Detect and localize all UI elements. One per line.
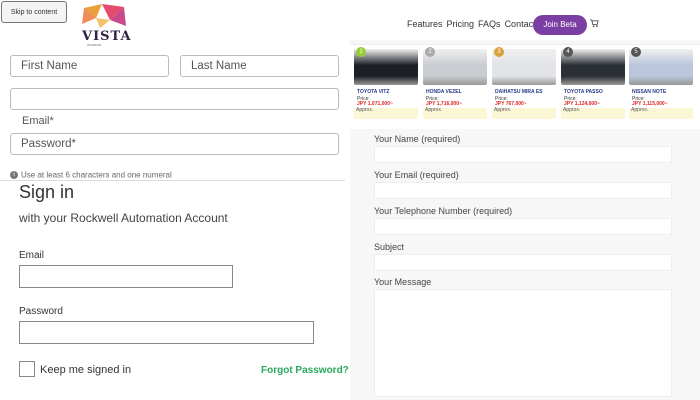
signin-email-input[interactable] (19, 265, 233, 288)
car-card[interactable]: 5 NISSAN NOTE Price: JPY 1,115,000~ Appr… (629, 45, 693, 127)
car-card[interactable]: 3 DAIHATSU MIRA ES Price: JPY 767,000~ A… (492, 45, 556, 127)
rank-badge: 2 (425, 47, 435, 57)
top-nav: Features Pricing FAQs Contact (407, 19, 540, 29)
rank-badge: 1 (356, 47, 366, 57)
logo-text: VISTA (82, 29, 132, 44)
keep-signed-in-checkbox[interactable] (19, 361, 35, 377)
email-input-register[interactable] (10, 88, 339, 110)
car-card[interactable]: 4 TOYOTA PASSO Price: JPY 1,124,000~ App… (561, 45, 625, 127)
car-name[interactable]: DAIHATSU MIRA ES (495, 89, 543, 95)
approx-price: Approx. (629, 108, 693, 119)
car-name[interactable]: TOYOTA VITZ (357, 89, 389, 95)
signin-password-input[interactable] (19, 321, 314, 344)
password-hint: i Use at least 6 characters and one numer… (10, 170, 172, 179)
nav-faqs[interactable]: FAQs (478, 19, 501, 29)
approx-price: Approx. (423, 108, 487, 119)
join-beta-button[interactable]: Join Beta (533, 15, 587, 35)
car-ranking-strip: 1 TOYOTA VITZ Price: JPY 1,071,000~ Appr… (350, 44, 700, 129)
signin-subtitle: with your Rockwell Automation Account (19, 211, 228, 225)
subject-label: Subject (374, 242, 405, 252)
approx-price: Approx. (561, 108, 625, 119)
subject-input[interactable] (374, 254, 672, 271)
car-card[interactable]: 2 HONDA VEZEL Price: JPY 1,716,000~ Appr… (423, 45, 487, 127)
message-textarea[interactable] (374, 289, 672, 397)
car-name[interactable]: HONDA VEZEL (426, 89, 462, 95)
name-input[interactable] (374, 146, 672, 163)
forgot-password-link[interactable]: Forgot Password? (261, 365, 349, 376)
signin-email-label: Email (19, 250, 45, 261)
section-divider (0, 180, 345, 181)
signin-password-label: Password (19, 306, 63, 317)
keep-signed-in-label[interactable]: Keep me signed in (40, 364, 131, 376)
rank-badge: 3 (494, 47, 504, 57)
car-name[interactable]: NISSAN NOTE (632, 89, 666, 95)
password-input-register[interactable]: Password* (10, 133, 339, 155)
rank-badge: 5 (631, 47, 641, 57)
cart-icon[interactable] (590, 19, 599, 30)
nav-contact[interactable]: Contact (505, 19, 536, 29)
logo-subtext: INTERIOR (87, 43, 102, 47)
nav-pricing[interactable]: Pricing (447, 19, 475, 29)
cart-glyph-icon (590, 19, 599, 28)
info-icon: i (10, 170, 18, 179)
first-name-input[interactable]: First Name (10, 55, 169, 77)
logo-mark-icon (82, 4, 126, 28)
car-card[interactable]: 1 TOYOTA VITZ Price: JPY 1,071,000~ Appr… (354, 45, 418, 127)
signin-title: Sign in (19, 182, 75, 202)
vista-logo[interactable]: VISTA INTERIOR (80, 4, 131, 48)
approx-price: Approx. (354, 108, 418, 119)
email-label-register: Email* (22, 115, 54, 127)
car-name[interactable]: TOYOTA PASSO (564, 89, 603, 95)
name-label: Your Name (required) (374, 134, 461, 144)
phone-input[interactable] (374, 218, 672, 235)
password-hint-text: Use at least 6 characters and one numera… (21, 170, 172, 180)
rank-badge: 4 (563, 47, 573, 57)
contact-email-input[interactable] (374, 182, 672, 199)
phone-label: Your Telephone Number (required) (374, 206, 513, 216)
email-label: Your Email (required) (374, 170, 459, 180)
approx-price: Approx. (492, 108, 556, 119)
nav-features[interactable]: Features (407, 19, 443, 29)
last-name-input[interactable]: Last Name (180, 55, 339, 77)
message-label: Your Message (374, 277, 432, 287)
skip-to-content-link[interactable]: Skip to content (1, 1, 67, 23)
